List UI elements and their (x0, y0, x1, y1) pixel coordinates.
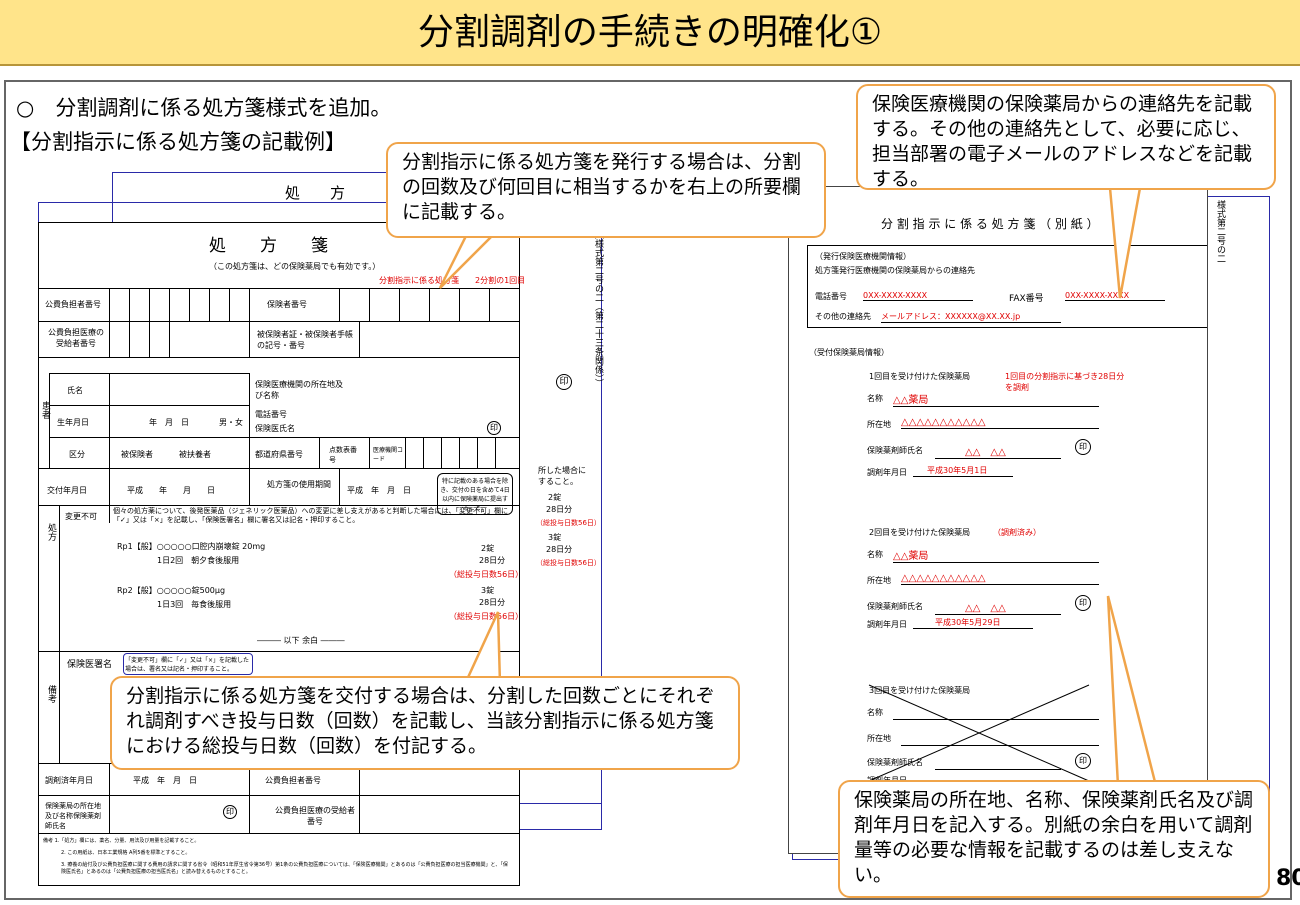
page-number: 80 (1276, 866, 1300, 891)
callout-bottom-left: 分割指示に係る処方箋を交付する場合は、分割した回数ごとにそれぞれ調剤すべき投与日… (110, 676, 740, 770)
callout-bottom-right: 保険薬局の所在地、名称、保険薬剤氏名及び調剤年月日を記入する。別紙の余白を用いて… (838, 780, 1270, 898)
callout-top-right: 保険医療機関の保険薬局からの連絡先を記載する。その他の連絡先として、必要に応じ、… (856, 84, 1276, 190)
callout-top-center: 分割指示に係る処方箋を発行する場合は、分割の回数及び何回目に相当するかを右上の所… (386, 142, 826, 238)
